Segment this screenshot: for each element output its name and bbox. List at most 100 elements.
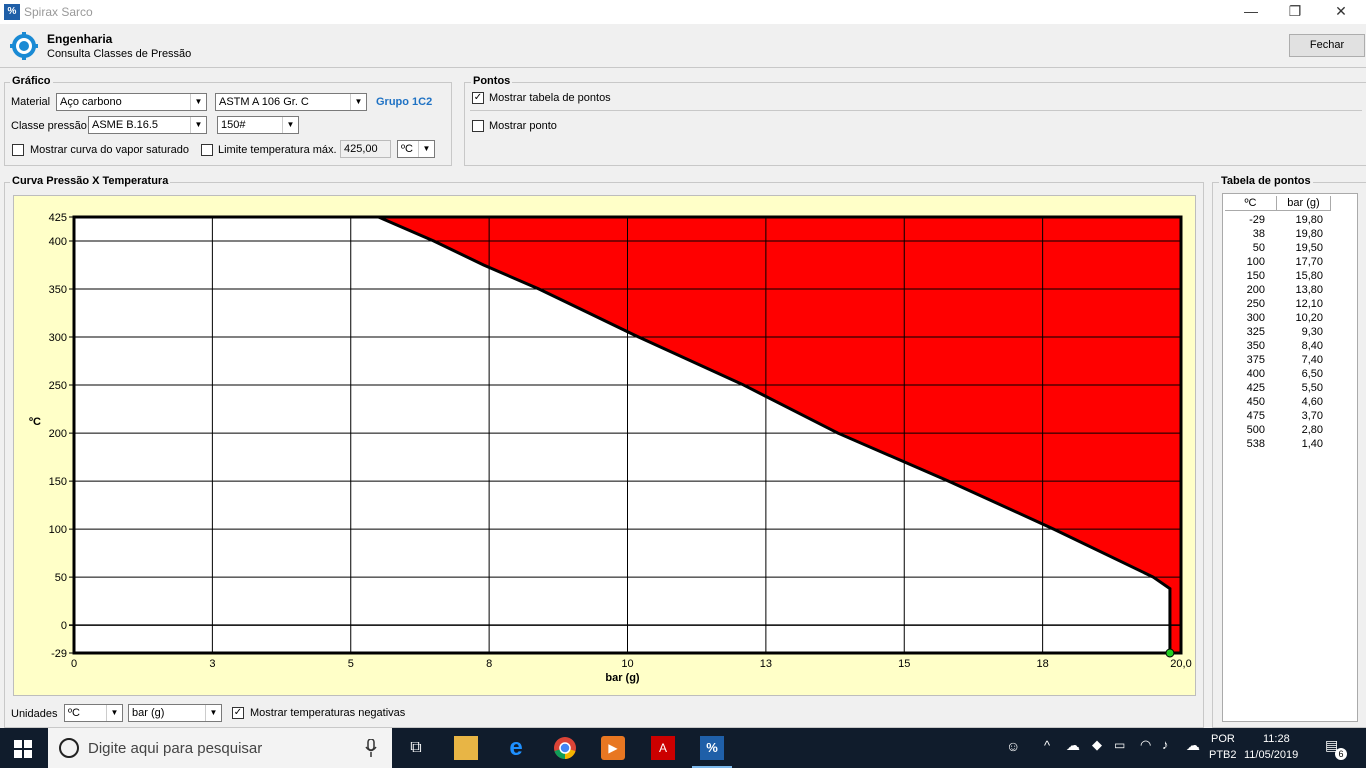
close-window-button[interactable]: ✕ (1318, 0, 1364, 24)
table-row[interactable]: 100 17,70 (1223, 256, 1359, 270)
spec-value: ASTM A 106 Gr. C (219, 96, 309, 108)
media-player-icon[interactable]: ▶ (601, 736, 625, 760)
gear-icon (10, 32, 38, 60)
table-cell-temp: 325 (1246, 326, 1265, 338)
table-cell-temp: 350 (1246, 340, 1265, 352)
rating-select[interactable]: 150# ▼ (217, 116, 299, 134)
spec-select[interactable]: ASTM A 106 Gr. C ▼ (215, 93, 367, 111)
table-row[interactable]: 350 8,40 (1223, 340, 1359, 354)
table-cell-temp: 250 (1246, 298, 1265, 310)
dropbox-icon[interactable]: ◆ (1092, 737, 1102, 753)
x-tick-label: 20,0 (1170, 658, 1191, 670)
clock-date[interactable]: 11/05/2019 (1244, 749, 1298, 761)
classe-label: Classe pressão (11, 120, 87, 132)
table-row[interactable]: 400 6,50 (1223, 368, 1359, 382)
volume-icon[interactable]: ♪ (1162, 737, 1169, 752)
vapor-checkbox[interactable] (12, 144, 24, 156)
pdf-reader-icon[interactable]: A (651, 736, 675, 760)
limit-unit-select[interactable]: ºC ▼ (397, 140, 435, 158)
notification-badge: 6 (1335, 748, 1347, 760)
y-tick-label: 150 (49, 476, 67, 488)
table-cell-press: 19,50 (1295, 242, 1323, 254)
window-title: Spirax Sarco (24, 5, 93, 19)
restore-button[interactable]: ❐ (1272, 0, 1318, 24)
table-cell-press: 15,80 (1295, 270, 1323, 282)
col-header-press[interactable]: bar (g) (1277, 196, 1331, 211)
app-icon: % (4, 4, 20, 20)
minimize-button[interactable]: — (1228, 0, 1274, 24)
grafico-group-label: Gráfico (10, 75, 53, 87)
table-row[interactable]: 475 3,70 (1223, 410, 1359, 424)
chrome-icon[interactable] (553, 736, 577, 760)
press-unit-select[interactable]: bar (g) ▼ (128, 704, 222, 722)
table-row[interactable]: 50 19,50 (1223, 242, 1359, 256)
table-row[interactable]: 500 2,80 (1223, 424, 1359, 438)
chevron-down-icon: ▼ (106, 705, 122, 721)
table-row[interactable]: 375 7,40 (1223, 354, 1359, 368)
task-view-icon[interactable]: ⧉ (404, 736, 428, 760)
table-cell-press: 9,30 (1301, 326, 1323, 338)
table-cell-temp: 300 (1246, 312, 1265, 324)
table-row[interactable]: 250 12,10 (1223, 298, 1359, 312)
limit-value: 425,00 (344, 143, 378, 155)
classe-select[interactable]: ASME B.16.5 ▼ (88, 116, 207, 134)
table-cell-press: 8,40 (1301, 340, 1323, 352)
tabela-checkbox[interactable]: ✓ (472, 92, 484, 104)
temp-unit-select[interactable]: ºC ▼ (64, 704, 123, 722)
points-table[interactable]: ºC bar (g) -29 19,80 38 19,80 50 19,50 100 17,7… (1222, 193, 1358, 722)
limit-checkbox[interactable] (201, 144, 213, 156)
wifi-icon[interactable]: ◠ (1140, 737, 1151, 753)
x-tick-label: 5 (348, 658, 354, 670)
search-placeholder: Digite aqui para pesquisar (88, 740, 263, 757)
table-row[interactable]: 150 15,80 (1223, 270, 1359, 284)
cloud-icon[interactable]: ☁ (1066, 737, 1080, 754)
limit-input[interactable]: 425,00 (340, 140, 391, 158)
table-row[interactable]: 325 9,30 (1223, 326, 1359, 340)
language-line1[interactable]: POR (1211, 733, 1235, 745)
table-cell-temp: 100 (1246, 256, 1265, 268)
ponto-label: Mostrar ponto (489, 120, 557, 132)
table-cell-temp: 500 (1246, 424, 1265, 436)
negative-temps-label: Mostrar temperaturas negativas (250, 707, 406, 719)
table-row[interactable]: -29 19,80 (1223, 214, 1359, 228)
ponto-checkbox[interactable] (472, 120, 484, 132)
negative-temps-checkbox[interactable]: ✓ (232, 707, 244, 719)
material-select[interactable]: Aço carbono ▼ (56, 93, 207, 111)
table-row[interactable]: 200 13,80 (1223, 284, 1359, 298)
table-row[interactable]: 425 5,50 (1223, 382, 1359, 396)
table-row[interactable]: 538 1,40 (1223, 438, 1359, 452)
onedrive-icon[interactable]: ☁ (1186, 737, 1200, 754)
chevron-up-icon[interactable]: ^ (1044, 738, 1050, 753)
table-cell-temp: 375 (1246, 354, 1265, 366)
table-cell-press: 19,80 (1295, 228, 1323, 240)
people-icon[interactable]: ☺ (1006, 738, 1020, 754)
language-line2[interactable]: PTB2 (1209, 749, 1237, 761)
file-explorer-icon[interactable] (454, 736, 478, 760)
table-cell-press: 13,80 (1295, 284, 1323, 296)
table-row[interactable]: 450 4,60 (1223, 396, 1359, 410)
table-cell-press: 4,60 (1301, 396, 1323, 408)
col-header-temp[interactable]: ºC (1225, 196, 1277, 211)
temp-unit-value: ºC (68, 707, 80, 719)
app-header: Engenharia Consulta Classes de Pressão F… (0, 24, 1366, 68)
chevron-down-icon: ▼ (350, 94, 366, 110)
chevron-down-icon: ▼ (190, 117, 206, 133)
microphone-icon[interactable] (365, 739, 377, 757)
pressure-temperature-chart[interactable]: 0 3 5 8 10 13 15 18 20,0 425 400 350 300 250 200 150 100… (13, 195, 1196, 696)
chevron-down-icon: ▼ (282, 117, 298, 133)
table-row[interactable]: 38 19,80 (1223, 228, 1359, 242)
windows-start-icon[interactable] (14, 740, 32, 758)
spirax-app-icon[interactable]: % (700, 736, 724, 760)
battery-icon[interactable]: ▭ (1114, 738, 1125, 752)
y-tick-label: 400 (49, 236, 67, 248)
y-tick-label: 100 (49, 524, 67, 536)
table-row[interactable]: 300 10,20 (1223, 312, 1359, 326)
y-axis-label: ºC (29, 416, 41, 428)
taskbar-search-box[interactable]: Digite aqui para pesquisar (48, 728, 392, 768)
fechar-button[interactable]: Fechar (1289, 34, 1365, 57)
edge-browser-icon[interactable]: e (504, 736, 528, 760)
table-cell-press: 17,70 (1295, 256, 1323, 268)
material-label: Material (11, 96, 51, 108)
table-cell-press: 5,50 (1301, 382, 1323, 394)
clock-time[interactable]: 11:28 (1263, 733, 1290, 745)
